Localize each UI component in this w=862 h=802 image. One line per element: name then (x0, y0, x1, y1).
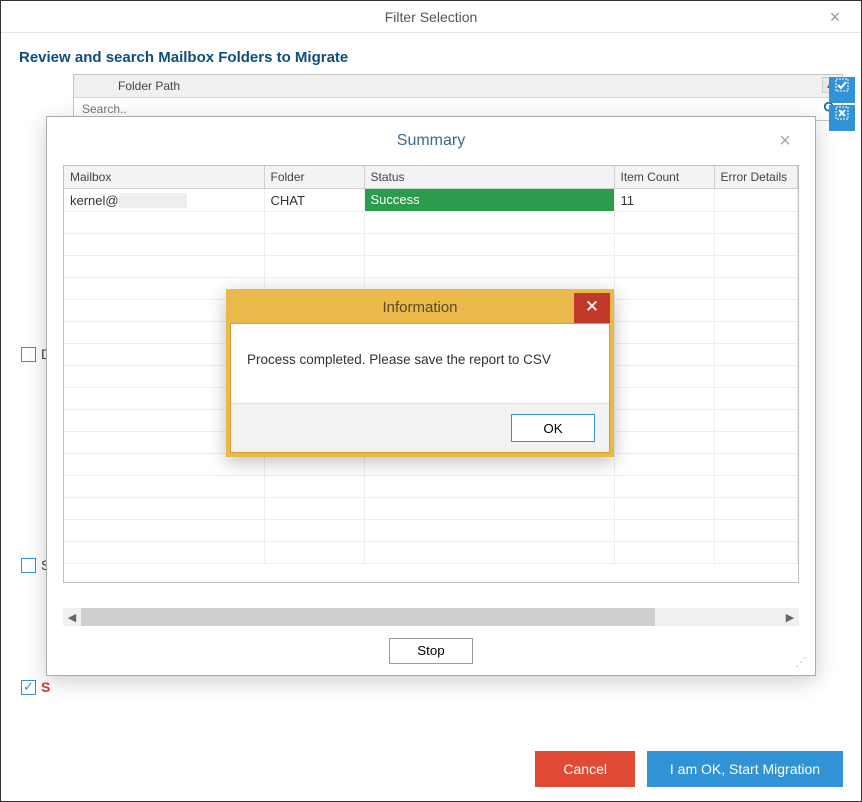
table-row-empty (64, 520, 798, 542)
window-titlebar: Filter Selection × (1, 1, 861, 33)
bg-checkbox-s[interactable] (21, 558, 36, 573)
page-subheading: Review and search Mailbox Folders to Mig… (1, 33, 861, 74)
cell-mailbox: kernel@xxxxx (64, 189, 264, 212)
info-button-bar: OK (231, 403, 609, 452)
bg-checkbox-skip[interactable] (21, 680, 36, 695)
ok-button[interactable]: OK (511, 414, 595, 442)
folder-path-box: Folder Path ▲ (73, 74, 843, 121)
info-title: Information (382, 299, 457, 316)
table-row[interactable]: kernel@xxxxxCHATSuccess11 (64, 189, 798, 212)
window-close-icon[interactable]: × (819, 1, 851, 33)
cell-count: 11 (614, 189, 714, 212)
table-row-empty (64, 212, 798, 234)
cell-error (714, 189, 798, 212)
info-message: Process completed. Please save the repor… (231, 324, 609, 403)
check-all-icon[interactable] (829, 77, 855, 103)
col-status-header[interactable]: Status (364, 166, 614, 189)
window-title: Filter Selection (385, 9, 478, 25)
cell-folder: CHAT (264, 189, 364, 212)
folder-path-column-header[interactable]: Folder Path ▲ (74, 75, 842, 98)
summary-titlebar: Summary × (47, 117, 815, 165)
col-error-header[interactable]: Error Details (714, 166, 798, 189)
table-row-empty (64, 498, 798, 520)
col-count-header[interactable]: Item Count (614, 166, 714, 189)
summary-footer: Stop (47, 626, 815, 675)
info-body: Process completed. Please save the repor… (230, 323, 610, 453)
summary-close-icon[interactable]: × (765, 117, 805, 165)
table-row-empty (64, 476, 798, 498)
table-row-empty (64, 256, 798, 278)
bg-checkbox-d[interactable] (21, 347, 36, 362)
folder-path-label: Folder Path (118, 79, 180, 93)
scroll-right-icon[interactable]: ▶ (781, 611, 799, 624)
table-row-empty (64, 542, 798, 564)
bg-label-skip: S (41, 679, 68, 695)
start-migration-button[interactable]: I am OK, Start Migration (647, 751, 843, 787)
info-titlebar: Information ✕ (230, 293, 610, 323)
scroll-thumb[interactable] (81, 608, 655, 626)
col-folder-header[interactable]: Folder (264, 166, 364, 189)
summary-title: Summary (397, 132, 465, 149)
table-row-empty (64, 234, 798, 256)
info-close-icon[interactable]: ✕ (574, 293, 610, 323)
resize-grip-icon[interactable]: ⋰ (795, 655, 807, 669)
scroll-left-icon[interactable]: ◀ (63, 611, 81, 624)
col-mailbox-header[interactable]: Mailbox (64, 166, 264, 189)
information-dialog: Information ✕ Process completed. Please … (226, 289, 614, 457)
summary-horizontal-scrollbar[interactable]: ◀ ▶ (63, 608, 799, 626)
stop-button[interactable]: Stop (389, 638, 473, 664)
uncheck-all-icon[interactable] (829, 105, 855, 131)
cell-status: Success (364, 189, 614, 212)
cancel-button[interactable]: Cancel (535, 751, 635, 787)
scroll-track[interactable] (81, 608, 781, 626)
selection-toolbar (829, 77, 855, 133)
summary-header-row: Mailbox Folder Status Item Count Error D… (64, 166, 798, 189)
dialog-footer: Cancel I am OK, Start Migration (535, 751, 843, 787)
